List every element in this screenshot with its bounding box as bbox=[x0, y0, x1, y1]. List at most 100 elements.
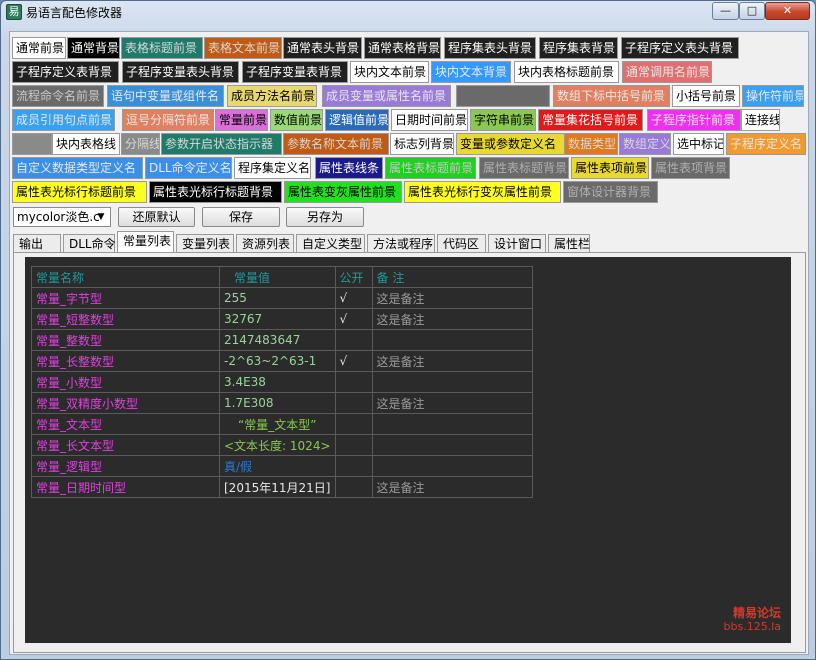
color-button[interactable]: 程序集表头背景 bbox=[444, 37, 536, 59]
color-button[interactable]: 常量前景 bbox=[215, 109, 268, 131]
color-button[interactable]: 属性表光标行标题前景 bbox=[12, 181, 147, 203]
color-button[interactable]: 通常背景 bbox=[67, 37, 120, 59]
note-cell bbox=[371, 455, 533, 477]
public-cell bbox=[334, 455, 373, 477]
const-name-cell: 常量_双精度小数型 bbox=[31, 392, 220, 414]
color-button[interactable]: 属性表光标行标题背景 bbox=[149, 181, 282, 203]
color-button[interactable]: 数组下标中括号前景 bbox=[553, 85, 670, 107]
table-row[interactable]: 常量_小数型 3.4E38 bbox=[31, 371, 533, 393]
table-row[interactable]: 常量_逻辑型 真/假 bbox=[31, 455, 533, 477]
color-button[interactable]: 子程序定义名 bbox=[726, 133, 806, 155]
color-button[interactable]: 表格标题前景 bbox=[121, 37, 203, 59]
table-row[interactable]: 常量_双精度小数型 1.7E308 这是备注 bbox=[31, 392, 533, 414]
tab-9[interactable]: 设计窗口 bbox=[488, 234, 546, 253]
color-button[interactable]: 数值前景 bbox=[270, 109, 323, 131]
color-button[interactable]: 属性表标题前景 bbox=[385, 157, 476, 179]
constant-grid: 常量名称 常量值 公开 备 注 常量_字节型 255 √ 这是备注 常量_短整数型 327… bbox=[25, 257, 791, 643]
table-row[interactable]: 常量_日期时间型 [2015年11月21日] 这是备注 bbox=[31, 476, 533, 498]
color-button[interactable]: 通常表格背景 bbox=[364, 37, 441, 59]
color-button[interactable]: 通常调用名前景 bbox=[622, 61, 712, 83]
color-button[interactable]: 属性表线条 bbox=[315, 157, 383, 179]
maximize-button[interactable]: □ bbox=[739, 2, 765, 20]
color-button[interactable]: 块内文本背景 bbox=[431, 61, 511, 83]
restore-default-button[interactable]: 还原默认 bbox=[118, 207, 195, 227]
color-button[interactable]: 属性表标题背景 bbox=[479, 157, 569, 179]
color-button[interactable]: 块内表格标题前景 bbox=[514, 61, 619, 83]
close-button[interactable]: ✕ bbox=[765, 2, 810, 20]
table-row[interactable]: 常量_长文本型 <文本长度: 1024> bbox=[31, 434, 533, 456]
table-row[interactable]: 常量_短整数型 32767 √ 这是备注 bbox=[31, 308, 533, 330]
public-cell: √ bbox=[334, 287, 373, 309]
color-button[interactable]: 子程序定义表背景 bbox=[12, 61, 119, 83]
color-button[interactable]: 块内表格线 bbox=[52, 133, 120, 155]
color-button[interactable]: 程序集定义名 bbox=[234, 157, 311, 179]
color-button[interactable]: 程序集表背景 bbox=[539, 37, 618, 59]
color-button[interactable]: 数组定义 bbox=[619, 133, 671, 155]
color-button[interactable]: 标志列背景 bbox=[390, 133, 454, 155]
color-button[interactable]: 子程序定义表头背景 bbox=[621, 37, 739, 59]
color-button[interactable]: 窗体设计器背景 bbox=[563, 181, 658, 203]
color-button[interactable]: 字符串前景 bbox=[470, 109, 536, 131]
color-button[interactable]: 操作符前景 bbox=[742, 85, 804, 107]
tab-6[interactable]: 自定义类型 bbox=[296, 234, 365, 253]
color-button[interactable]: 成员变量或属性名前景 bbox=[322, 85, 451, 107]
color-button[interactable]: 属性表项前景 bbox=[571, 157, 649, 179]
tab-4[interactable]: 变量列表 bbox=[176, 234, 234, 253]
title-bar[interactable]: 易 易语言配色修改器 — □ ✕ bbox=[1, 1, 815, 23]
color-button[interactable] bbox=[12, 133, 52, 155]
const-value-cell: 255 bbox=[219, 287, 336, 309]
const-value-cell: 2147483647 bbox=[219, 329, 336, 351]
color-button[interactable]: 逻辑值前景 bbox=[325, 109, 389, 131]
client-area: 通常前景 通常背景 表格标题前景 表格文本前景 通常表头背景 通常表格背景 程序集表头背景程… bbox=[9, 31, 809, 655]
const-value-cell: -2^63~2^63-1 bbox=[219, 350, 336, 372]
const-value-cell: 真/假 bbox=[219, 455, 336, 477]
color-button[interactable]: 成员引用句点前景 bbox=[12, 109, 115, 131]
color-button[interactable]: 子程序指针前景 bbox=[647, 109, 741, 131]
tab-5[interactable]: 资源列表 bbox=[236, 234, 294, 253]
color-button[interactable]: 子程序变量表头背景 bbox=[122, 61, 239, 83]
color-button[interactable]: 参数名称文本前景 bbox=[283, 133, 389, 155]
tab-10[interactable]: 属性栏 bbox=[548, 234, 590, 253]
color-button[interactable]: 流程命令名前景 bbox=[12, 85, 104, 107]
color-button[interactable]: 选中标记 bbox=[673, 133, 724, 155]
const-name-cell: 常量_小数型 bbox=[31, 371, 220, 393]
color-button[interactable]: 小括号前景 bbox=[672, 85, 740, 107]
color-button[interactable]: 属性表光标行变灰属性前景 bbox=[404, 181, 561, 203]
color-button[interactable]: 数据类型 bbox=[564, 133, 618, 155]
save-as-button[interactable]: 另存为 bbox=[286, 207, 364, 227]
public-cell: √ bbox=[334, 350, 373, 372]
color-button[interactable]: 成员方法名前景 bbox=[227, 85, 317, 107]
color-button[interactable]: 表格文本前景 bbox=[204, 37, 282, 59]
scheme-combo[interactable]: mycolor淡色.c ▼ bbox=[13, 207, 111, 227]
color-button[interactable]: DLL命令定义名 bbox=[145, 157, 232, 179]
color-button[interactable]: 子程序变量表背景 bbox=[242, 61, 348, 83]
color-button[interactable]: 属性表变灰属性前景 bbox=[284, 181, 402, 203]
tab-7[interactable]: 方法或程序 bbox=[367, 234, 435, 253]
table-row[interactable]: 常量_整数型 2147483647 bbox=[31, 329, 533, 351]
tab-8[interactable]: 代码区 bbox=[437, 234, 486, 253]
table-row[interactable]: 常量_字节型 255 √ 这是备注 bbox=[31, 287, 533, 309]
color-button[interactable]: 分隔线 bbox=[121, 133, 160, 155]
color-button[interactable]: 逗号分隔符前景 bbox=[122, 109, 214, 131]
color-button[interactable]: 变量或参数定义名 bbox=[456, 133, 565, 155]
chevron-down-icon[interactable]: ▼ bbox=[94, 209, 108, 225]
color-button[interactable]: 通常表头背景 bbox=[283, 37, 362, 59]
minimize-button[interactable]: — bbox=[712, 2, 739, 20]
tab-3[interactable]: 常量列表 bbox=[117, 231, 174, 254]
color-button[interactable]: 常量集花括号前景 bbox=[538, 109, 643, 131]
color-button[interactable]: 通常前景 bbox=[12, 37, 66, 59]
color-button[interactable]: 参数开启状态指示器 bbox=[161, 133, 282, 155]
note-cell bbox=[371, 434, 533, 456]
table-row[interactable]: 常量_文本型 “常量_文本型” bbox=[31, 413, 533, 435]
save-button[interactable]: 保存 bbox=[202, 207, 280, 227]
color-button[interactable]: 属性表项背景 bbox=[651, 157, 730, 179]
color-button[interactable]: 连接线 bbox=[741, 109, 780, 131]
color-button[interactable]: 日期时间前景 bbox=[391, 109, 468, 131]
color-button[interactable]: 语句中变量或组件名 bbox=[107, 85, 224, 107]
tab-1[interactable]: 输出 bbox=[13, 234, 61, 253]
table-row[interactable]: 常量_长整数型 -2^63~2^63-1 √ 这是备注 bbox=[31, 350, 533, 372]
color-button[interactable] bbox=[456, 85, 550, 107]
tab-2[interactable]: DLL命令 bbox=[63, 234, 116, 253]
color-button[interactable]: 块内文本前景 bbox=[350, 61, 429, 83]
color-button[interactable]: 自定义数据类型定义名 bbox=[12, 157, 143, 179]
